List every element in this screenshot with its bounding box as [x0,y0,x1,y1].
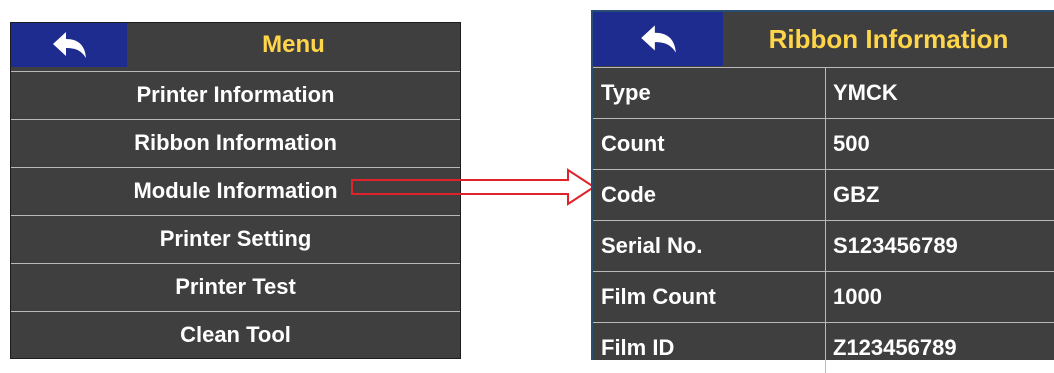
info-row-film-count: Film Count 1000 [593,271,1054,322]
info-value: GBZ [833,182,880,207]
info-label: Serial No. [601,233,703,258]
info-value: Z123456789 [833,335,957,360]
info-value: YMCK [833,80,898,105]
column-divider [825,272,826,322]
info-value: S123456789 [833,233,958,258]
info-label: Code [601,182,656,207]
info-label: Type [601,80,651,105]
column-divider [825,119,826,169]
info-row-serial-no: Serial No. S123456789 [593,220,1054,271]
column-divider [825,221,826,271]
column-divider [825,68,826,118]
info-row-code: Code GBZ [593,169,1054,220]
info-label: Film ID [601,335,675,360]
column-divider [825,323,826,373]
info-row-film-id: Film ID Z123456789 [593,322,1054,373]
ribbon-information-panel: Ribbon Information Type YMCK Count 500 C… [591,10,1054,373]
info-value: 1000 [833,284,882,309]
back-arrow-icon [641,25,676,53]
info-label: Film Count [601,284,716,309]
ribbon-header: Ribbon Information [593,12,1054,66]
info-label: Count [601,131,665,156]
ribbon-back-button[interactable] [593,12,723,66]
column-divider [825,170,826,220]
ribbon-title: Ribbon Information [768,23,1009,54]
info-value: 500 [833,131,870,156]
info-row-count: Count 500 [593,118,1054,169]
info-row-type: Type YMCK [593,67,1054,118]
